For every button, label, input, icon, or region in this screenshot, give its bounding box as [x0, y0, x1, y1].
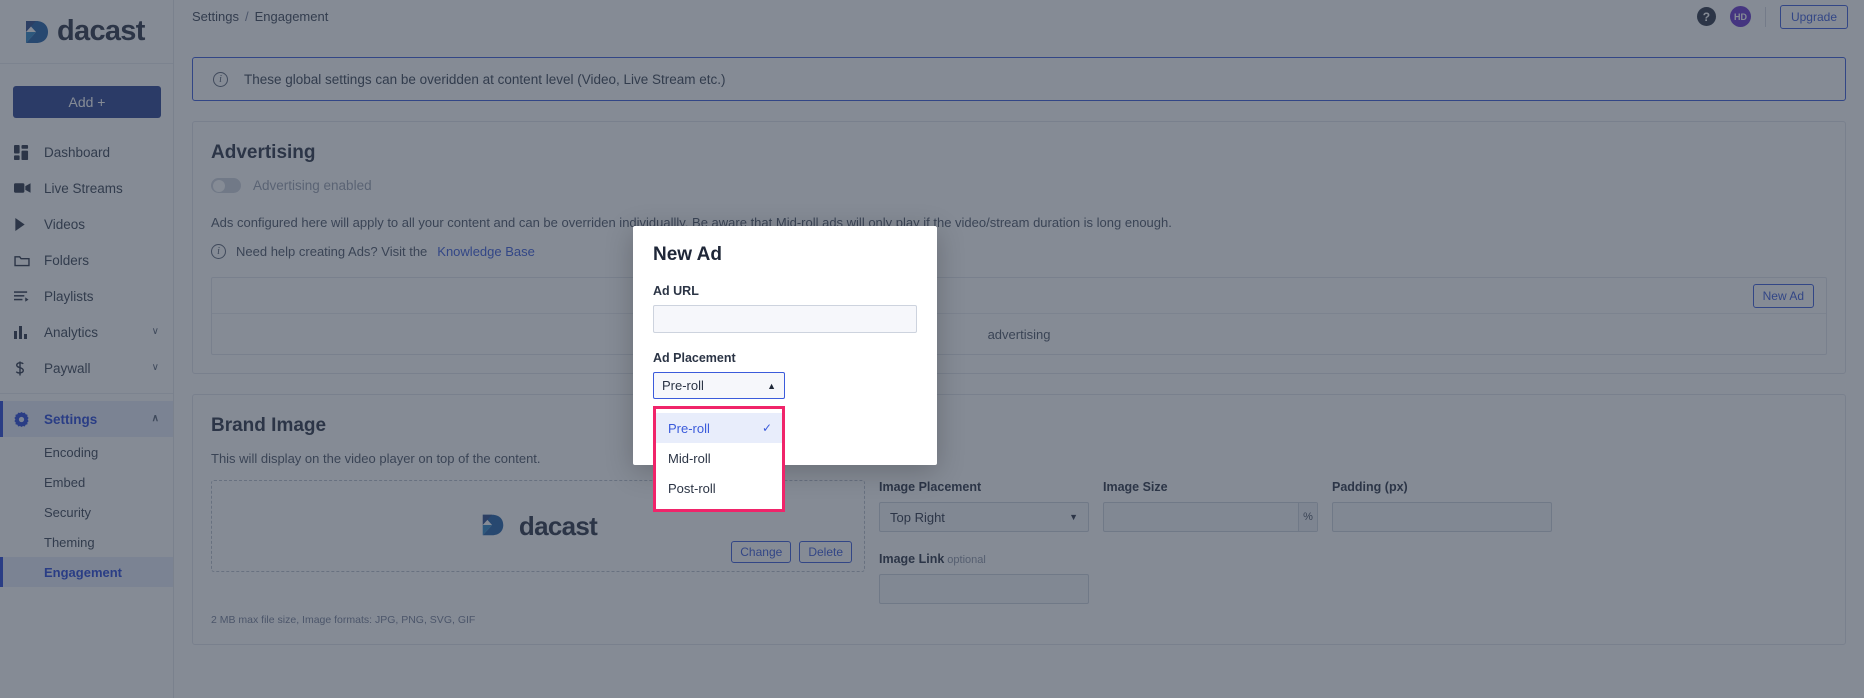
ad-placement-value: Pre-roll	[662, 378, 704, 393]
dropdown-option-label: Mid-roll	[668, 450, 711, 466]
check-icon: ✓	[761, 421, 772, 435]
ad-placement-label: Ad Placement	[653, 351, 736, 365]
modal-title: New Ad	[653, 244, 722, 265]
dropdown-option-mid-roll[interactable]: Mid-roll	[656, 443, 782, 473]
dropdown-option-pre-roll[interactable]: Pre-roll ✓	[656, 413, 782, 443]
app-root: dacast Add + Dashboard	[0, 0, 1864, 698]
ad-placement-select[interactable]: Pre-roll ▲	[653, 372, 785, 399]
ad-placement-dropdown: Pre-roll ✓ Mid-roll Post-roll	[653, 406, 785, 512]
dropdown-option-post-roll[interactable]: Post-roll	[656, 473, 782, 503]
ad-url-label: Ad URL	[653, 284, 699, 298]
dropdown-option-label: Post-roll	[668, 480, 716, 496]
new-ad-modal: New Ad Ad URL Ad Placement Pre-roll ▲ Pr…	[633, 226, 937, 512]
ad-url-input[interactable]	[653, 305, 917, 333]
dropdown-option-label: Pre-roll	[668, 420, 710, 436]
chevron-up-icon: ▲	[767, 380, 776, 391]
